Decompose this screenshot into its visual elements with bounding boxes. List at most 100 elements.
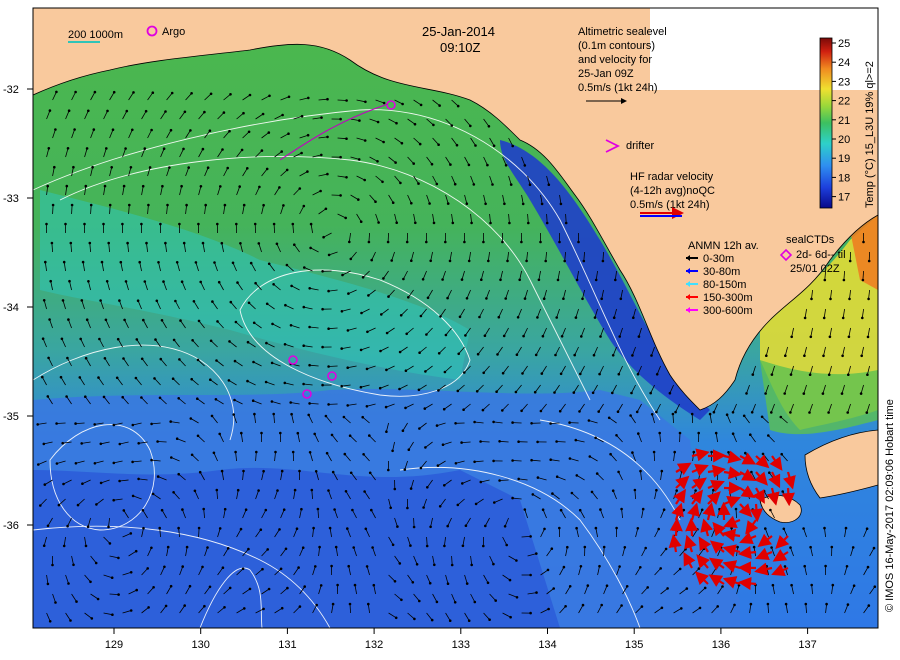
velocity-arrowhead <box>377 221 380 224</box>
map-panel <box>33 8 878 628</box>
velocity-arrowhead <box>725 413 729 417</box>
velocity-arrowhead <box>328 526 332 530</box>
velocity-arrowhead <box>655 410 658 414</box>
velocity-arrowhead <box>600 297 603 301</box>
velocity-arrowhead <box>175 437 179 441</box>
velocity-arrowhead <box>368 434 371 437</box>
velocity-arrowhead <box>825 602 828 606</box>
velocity-arrowhead <box>282 508 286 512</box>
velocity-arrowhead <box>121 222 124 226</box>
velocity-arrowhead <box>314 470 318 473</box>
velocity-arrowhead <box>595 472 599 475</box>
velocity-arrowhead <box>381 180 384 184</box>
velocity-arrowhead <box>47 147 51 150</box>
velocity-arrowhead <box>635 410 639 414</box>
velocity-arrowhead <box>384 405 388 409</box>
velocity-arrowhead <box>73 128 76 131</box>
velocity-arrowhead <box>359 385 363 389</box>
velocity-arrowhead <box>851 546 855 549</box>
velocity-arrowhead <box>401 102 404 106</box>
velocity-arrowhead <box>265 167 269 171</box>
velocity-arrowhead <box>461 544 465 548</box>
seal-ctd-title: sealCTDs <box>786 234 835 246</box>
velocity-arrowhead <box>360 311 363 315</box>
velocity-arrowhead <box>430 618 434 622</box>
velocity-arrowhead <box>234 320 238 324</box>
velocity-arrowhead <box>102 222 105 226</box>
velocity-arrowhead <box>407 448 411 452</box>
velocity-arrowhead <box>605 584 609 587</box>
velocity-arrowhead <box>766 602 770 606</box>
velocity-arrowhead <box>267 131 271 134</box>
velocity-arrowhead <box>559 372 563 376</box>
velocity-arrowhead <box>229 300 233 304</box>
velocity-arrowhead <box>623 546 627 549</box>
velocity-arrowhead <box>492 420 495 424</box>
velocity-arrowhead <box>272 222 276 226</box>
velocity-arrowhead <box>593 316 597 319</box>
velocity-arrowhead <box>247 130 251 134</box>
velocity-arrowhead <box>632 316 635 320</box>
velocity-arrowhead <box>387 468 390 472</box>
velocity-arrowhead <box>564 221 568 225</box>
velocity-arrowhead <box>341 273 344 277</box>
velocity-arrowhead <box>442 407 446 411</box>
velocity-arrowhead <box>367 602 370 606</box>
velocity-arrowhead <box>367 240 371 244</box>
velocity-arrowhead <box>736 545 739 549</box>
velocity-arrowhead <box>464 524 468 527</box>
velocity-arrowhead <box>680 607 683 610</box>
velocity-arrowhead <box>197 319 201 323</box>
velocity-arrowhead <box>620 507 623 511</box>
velocity-arrowhead <box>597 410 600 413</box>
velocity-arrowhead <box>668 391 672 395</box>
velocity-arrowhead <box>575 526 578 530</box>
velocity-arrowhead <box>391 543 395 547</box>
velocity-arrowhead <box>641 507 645 511</box>
velocity-arrowhead <box>609 452 612 456</box>
velocity-arrowhead <box>867 297 870 301</box>
velocity-arrowhead <box>319 189 322 193</box>
velocity-arrowhead <box>674 410 677 414</box>
velocity-arrowhead <box>633 488 637 492</box>
velocity-arrowhead <box>456 389 460 393</box>
velocity-arrowhead <box>160 508 164 512</box>
velocity-arrowhead <box>770 411 773 414</box>
velocity-arrowhead <box>846 603 850 606</box>
velocity-arrowhead <box>542 297 546 301</box>
velocity-arrowhead <box>465 202 469 205</box>
velocity-arrowhead <box>611 354 615 357</box>
velocity-arrowhead <box>435 424 439 427</box>
velocity-arrowhead <box>475 390 479 393</box>
velocity-arrowhead <box>86 525 90 528</box>
velocity-arrowhead <box>594 278 598 282</box>
velocity-arrowhead <box>454 462 458 465</box>
anmn-depth-label: 150-300m <box>703 292 753 304</box>
velocity-arrowhead <box>718 507 721 511</box>
velocity-arrowhead <box>492 144 496 148</box>
velocity-arrowhead <box>809 335 813 339</box>
velocity-arrowhead <box>428 581 432 585</box>
velocity-arrowhead <box>655 488 658 492</box>
velocity-arrowhead <box>348 434 352 438</box>
velocity-arrowhead <box>163 565 166 569</box>
velocity-arrowhead <box>357 198 360 201</box>
velocity-arrowhead <box>535 591 538 594</box>
velocity-arrowhead <box>36 423 39 426</box>
velocity-arrowhead <box>566 545 569 549</box>
velocity-arrowhead <box>467 619 471 622</box>
velocity-arrowhead <box>308 287 312 290</box>
velocity-arrowhead <box>276 489 279 492</box>
velocity-arrowhead <box>803 564 806 568</box>
velocity-arrowhead <box>68 279 71 283</box>
velocity-arrowhead <box>129 571 133 574</box>
velocity-arrowhead <box>520 240 523 244</box>
velocity-arrowhead <box>362 453 365 456</box>
velocity-arrowhead <box>574 438 578 442</box>
velocity-arrowhead <box>435 600 439 604</box>
velocity-arrowhead <box>53 165 56 169</box>
velocity-arrowhead <box>91 165 94 169</box>
velocity-arrowhead <box>581 297 584 301</box>
velocity-arrowhead <box>497 315 501 319</box>
velocity-arrowhead <box>558 526 561 530</box>
